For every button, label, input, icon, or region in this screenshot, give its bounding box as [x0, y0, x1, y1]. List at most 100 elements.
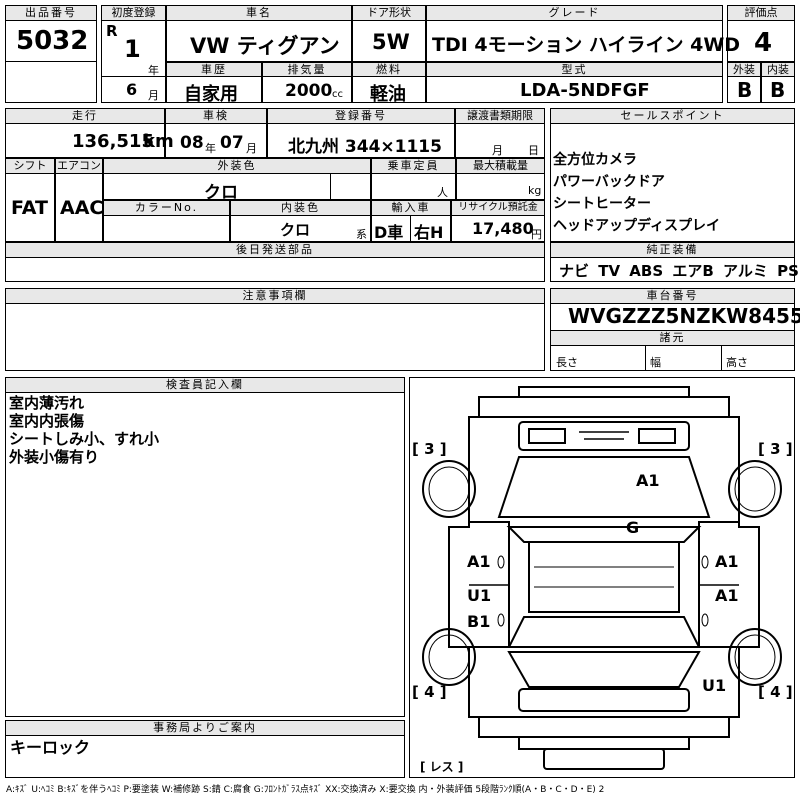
lot-divider — [5, 61, 97, 62]
sales-point-2: パワーバックドア — [553, 174, 665, 190]
history-label: 車歴 — [166, 62, 262, 77]
shift-label: シフト — [5, 158, 55, 174]
color-no-label: カラーNo. — [103, 200, 230, 216]
load-unit: kg — [528, 184, 542, 197]
name-label: 車名 — [166, 5, 352, 21]
import-divider — [410, 216, 411, 242]
spec-divider-2 — [721, 346, 722, 371]
damage-mark-roof: G — [626, 518, 640, 537]
tire-front-right: [ 3 ] — [758, 440, 793, 458]
shift: FAT — [11, 197, 48, 219]
inspector-note-4: 外装小傷有り — [9, 448, 100, 466]
grade: TDI 4モーション ハイライン 4WD — [432, 34, 741, 56]
inspection-month-unit: 月 — [246, 142, 257, 155]
lot-number: 5032 — [16, 26, 89, 56]
legend: A:ｷｽﾞ U:ﾍｺﾐ B:ｷｽﾞを伴うﾍｺﾐ P:要塗装 W:補修跡 S:錆 … — [6, 785, 605, 795]
transfer-label: 譲渡書類期限 — [455, 108, 545, 124]
tire-rear-right: [ 4 ] — [758, 683, 793, 701]
int-color-label: 内装色 — [230, 200, 371, 216]
office-label: 事務局よりご案内 — [5, 720, 405, 736]
car-name: VW ティグアン — [190, 34, 340, 58]
reg-number: 北九州 344×1115 — [288, 137, 442, 157]
chassis-label: 車台番号 — [550, 288, 795, 304]
inspector-label: 検査員記入欄 — [5, 377, 405, 393]
transfer-day: 日 — [528, 144, 539, 157]
first-reg-divider — [101, 76, 166, 77]
score-label: 評価点 — [727, 5, 795, 21]
capacity-label: 乗車定員 — [371, 158, 456, 174]
model-label: 型式 — [426, 62, 723, 77]
tire-rear-left: [ 4 ] — [412, 683, 447, 701]
int-color-kei: 系 — [356, 228, 367, 241]
sales-point-3: シートヒーター — [553, 196, 651, 212]
lot-label: 出品番号 — [5, 5, 97, 21]
sales-point-label: セールスポイント — [550, 108, 795, 124]
history: 自家用 — [184, 84, 238, 105]
sales-point-4: ヘッドアップディスプレイ — [553, 218, 721, 234]
damage-mark-left-front-door: A1 — [467, 552, 491, 571]
yen-unit: 円 — [531, 228, 542, 241]
door-label: ドア形状 — [352, 5, 426, 21]
car-body-diagram — [422, 386, 782, 770]
reg-label: 登録番号 — [267, 108, 455, 124]
damage-mark-hood: A1 — [636, 471, 660, 490]
mileage-label: 走行 — [5, 108, 165, 124]
later-parts-label: 後日発送部品 — [5, 242, 545, 258]
fuel-label: 燃料 — [352, 62, 426, 77]
spare-tire: [ レス ] — [420, 760, 464, 774]
grade-label: グレード — [426, 5, 723, 21]
score: 4 — [754, 28, 773, 58]
ac-label: エアコン — [55, 158, 103, 174]
inspector-note-2: 室内内張傷 — [9, 412, 85, 430]
damage-mark-left-rear-fender: B1 — [467, 612, 491, 631]
caution-label: 注意事項欄 — [5, 288, 545, 304]
ext-score-label: 外装 — [727, 62, 761, 77]
month-unit: 月 — [148, 89, 159, 102]
chassis-number: WVGZZZ5NZKW845537 — [568, 304, 800, 328]
equipment: ナビ TV ABS エアB アルミ PS PW — [559, 262, 800, 280]
ext-color-label: 外装色 — [103, 158, 371, 174]
damage-mark-left-rear-door: U1 — [467, 586, 492, 605]
displacement-label: 排気量 — [262, 62, 352, 77]
inspector-note-3: シートしみ小、すれ小 — [9, 430, 160, 448]
handle-side: 右H — [414, 223, 444, 242]
model-code: LDA-5NDFGF — [520, 80, 650, 101]
damage-mark-right-rear-door: A1 — [715, 586, 739, 605]
first-reg-month: 6 — [126, 80, 138, 99]
spec-length: 長さ — [556, 356, 578, 369]
import-label: 輸入車 — [371, 200, 451, 216]
door-type: 5W — [372, 30, 410, 54]
fuel: 軽油 — [370, 84, 406, 105]
first-reg-label: 初度登録 — [101, 5, 166, 21]
inspection-year-unit: 年 — [205, 142, 216, 155]
ac: AAC — [60, 197, 104, 219]
inspection-label: 車検 — [165, 108, 267, 124]
inspection-month: 07 — [220, 133, 244, 153]
transfer-month: 月 — [492, 144, 503, 157]
inspector-note-1: 室内薄汚れ — [9, 394, 85, 412]
int-score: B — [770, 78, 786, 102]
office-text: キーロック — [10, 738, 91, 757]
tire-front-left: [ 3 ] — [412, 440, 447, 458]
capacity-unit: 人 — [437, 186, 448, 199]
damage-mark-right-front-door: A1 — [715, 552, 739, 571]
equipment-label: 純正装備 — [550, 242, 795, 258]
cc-unit: cc — [332, 89, 343, 100]
damage-mark-right-rear: U1 — [702, 676, 727, 695]
sales-point-1: 全方位カメラ — [553, 152, 637, 168]
first-reg-year: 1 — [124, 35, 141, 63]
recycle-fee: 17,480 — [472, 219, 534, 238]
era: R — [106, 22, 118, 40]
load-label: 最大積載量 — [456, 158, 545, 174]
recycle-label: リサイクル預託金 — [451, 200, 545, 216]
spec-label: 諸元 — [550, 330, 795, 346]
import-type: D車 — [374, 223, 404, 242]
int-color: クロ — [280, 221, 311, 239]
int-score-label: 内装 — [761, 62, 795, 77]
ext-score: B — [737, 78, 753, 102]
ext-color-divider — [330, 174, 331, 200]
spec-height: 高さ — [726, 356, 748, 369]
inspection-year: 08 — [180, 133, 204, 153]
spec-divider-1 — [645, 346, 646, 371]
displacement: 2000 — [285, 81, 333, 101]
